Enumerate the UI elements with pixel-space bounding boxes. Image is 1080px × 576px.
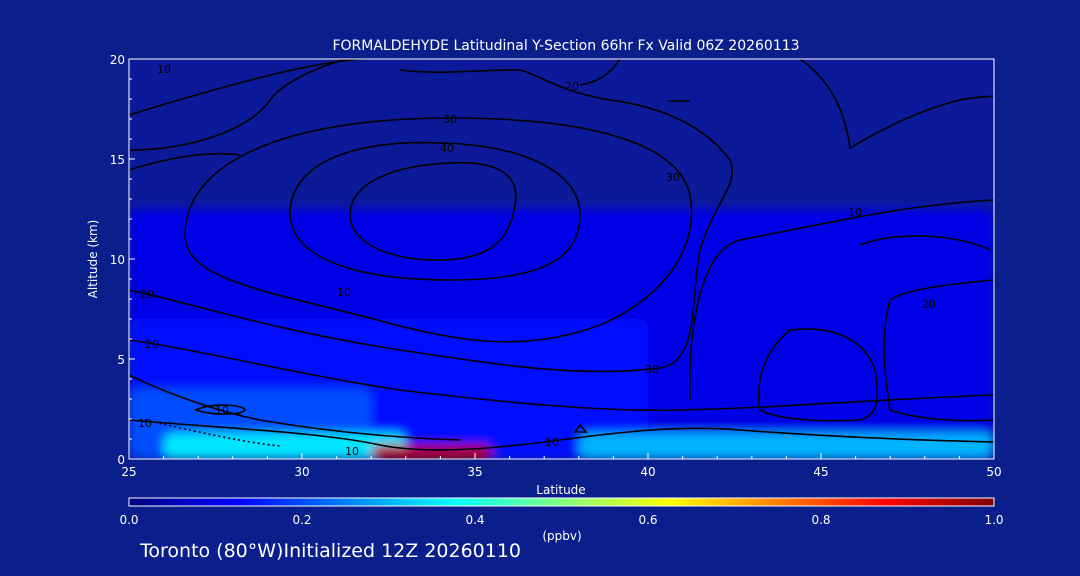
y-tick-label: 20 — [110, 53, 125, 67]
cross-section-chart: FORMALDEHYDE Latitudinal Y-Section 66hr … — [86, 38, 1004, 543]
contour-label: 20 — [922, 298, 936, 311]
contour-label: 30 — [666, 171, 680, 184]
y-tick-label: 15 — [110, 153, 125, 167]
contour-label: 10 — [157, 63, 171, 76]
x-axis-label: Latitude — [536, 483, 585, 497]
concentration-fields — [129, 209, 994, 459]
concentration-region — [163, 433, 406, 459]
contour-label: 30 — [443, 113, 457, 126]
footer-init-text: Toronto (80°W)Initialized 12Z 20260110 — [140, 540, 522, 562]
colorbar — [128, 497, 995, 507]
colorbar-tick-label: 1.0 — [984, 513, 1003, 527]
contour-label: 30 — [645, 363, 659, 376]
contour-label: 10 — [545, 436, 559, 449]
x-tick-label: 50 — [986, 465, 1001, 479]
contour-label: 10 — [215, 404, 229, 417]
contour-label: 10 — [848, 206, 862, 219]
contour-label: 10 — [345, 445, 359, 458]
y-tick-label: 10 — [110, 253, 125, 267]
x-tick-label: 30 — [294, 465, 309, 479]
contour-label: 10 — [337, 286, 351, 299]
colorbar-ticks: 0.0 0.2 0.4 0.6 0.8 1.0 — [119, 513, 1003, 527]
y-tick-label: 0 — [117, 453, 125, 467]
contour-label: 40 — [440, 142, 454, 155]
colorbar-tick-label: 0.0 — [119, 513, 138, 527]
y-axis-label: Altitude (km) — [86, 220, 100, 299]
contour-label: 10 — [138, 417, 152, 430]
colorbar-tick-label: 0.4 — [465, 513, 484, 527]
colorbar-tick-label: 0.6 — [638, 513, 657, 527]
colorbar-unit-label: (ppbv) — [542, 529, 581, 543]
chart-title: FORMALDEHYDE Latitudinal Y-Section 66hr … — [332, 38, 799, 54]
x-tick-label: 25 — [121, 465, 136, 479]
x-tick-label: 45 — [813, 465, 828, 479]
colorbar-tick-label: 0.8 — [811, 513, 830, 527]
x-tick-label: 40 — [640, 465, 655, 479]
contour-label: 20 — [565, 80, 579, 93]
y-tick-label: 5 — [117, 353, 125, 367]
x-tick-label: 35 — [467, 465, 482, 479]
colorbar-tick-label: 0.2 — [292, 513, 311, 527]
concentration-region — [578, 433, 994, 459]
contour-label: 20 — [140, 288, 154, 301]
contour-label: 20 — [145, 338, 159, 351]
